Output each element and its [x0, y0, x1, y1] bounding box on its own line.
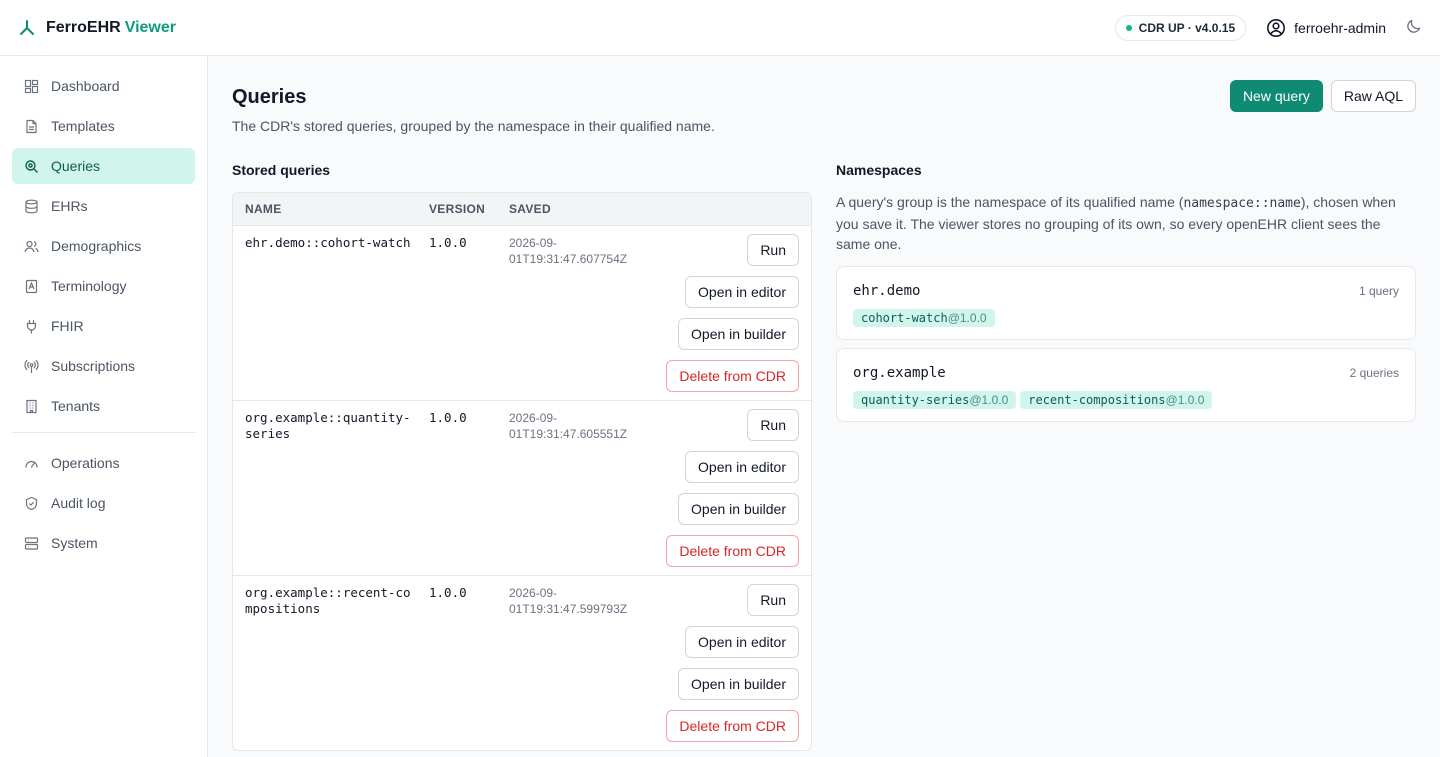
sidebar-item-label: Terminology	[51, 278, 127, 294]
query-saved: 2026-09-01T19:31:47.605551Z	[509, 411, 628, 441]
delete-from-cdr-button[interactable]: Delete from CDR	[666, 360, 799, 392]
section-title: Namespaces	[836, 162, 922, 178]
sidebar-item-demographics[interactable]: Demographics	[12, 228, 195, 264]
file-icon	[26, 119, 37, 133]
sidebar-divider	[12, 432, 195, 433]
open-in-builder-button[interactable]: Open in builder	[678, 493, 799, 525]
column-header-version: VERSION	[429, 202, 486, 216]
search-icon	[25, 159, 38, 173]
query-saved: 2026-09-01T19:31:47.599793Z	[509, 586, 628, 616]
sidebar-item-system[interactable]: System	[12, 525, 195, 561]
server-icon	[24, 536, 39, 550]
open-in-editor-button[interactable]: Open in editor	[685, 276, 799, 308]
sidebar-item-label: Tenants	[51, 398, 101, 414]
page-title: Queries	[232, 86, 307, 108]
query-saved: 2026-09-01T19:31:47.607754Z	[509, 236, 628, 266]
dashboard-icon	[24, 79, 39, 93]
namespace-count: 2 queries	[1349, 366, 1399, 380]
open-in-editor-button[interactable]: Open in editor	[685, 451, 799, 483]
plug-icon	[26, 319, 37, 334]
stored-queries-section: Stored queries NAME VERSION SAVED ehr.de…	[232, 162, 812, 751]
sidebar-item-tenants[interactable]: Tenants	[12, 388, 195, 424]
logo-icon	[20, 19, 34, 35]
new-query-button[interactable]: New query	[1229, 80, 1323, 112]
open-in-builder-button[interactable]: Open in builder	[678, 318, 799, 350]
sidebar-item-label: Templates	[51, 118, 115, 134]
table-row: ehr.demo::cohort-watch 1.0.0 2026-09-01T…	[233, 226, 811, 401]
query-name: ehr.demo::cohort-watch	[245, 235, 411, 250]
open-in-editor-button[interactable]: Open in editor	[685, 626, 799, 658]
sidebar-item-label: Operations	[51, 455, 120, 471]
table-row: org.example::recent-compositions 1.0.0 2…	[233, 576, 811, 750]
query-version: 1.0.0	[429, 585, 467, 600]
namespaces-intro: A query's group is the namespace of its …	[836, 194, 1396, 252]
user-name: ferroehr-admin	[1294, 19, 1386, 36]
table-header: NAME VERSION SAVED	[233, 193, 811, 226]
sidebar-item-templates[interactable]: Templates	[12, 108, 195, 144]
sidebar-item-ehrs[interactable]: EHRs	[12, 188, 195, 224]
moon-icon	[1407, 19, 1421, 33]
sidebar-item-audit-log[interactable]: Audit log	[12, 485, 195, 521]
sidebar-item-label: System	[51, 535, 98, 551]
section-title: Stored queries	[232, 162, 331, 178]
namespace-name: org.example	[853, 365, 946, 381]
query-tag[interactable]: cohort-watch@1.0.0	[853, 309, 995, 327]
status-dot-icon	[1125, 24, 1132, 31]
sidebar-item-dashboard[interactable]: Dashboard	[12, 68, 195, 104]
users-icon	[24, 240, 39, 252]
delete-from-cdr-button[interactable]: Delete from CDR	[666, 710, 799, 742]
run-button[interactable]: Run	[747, 234, 799, 266]
top-bar: FerroEHR Viewer CDR UP · v4.0.15 ferroeh…	[0, 0, 1440, 56]
sidebar-item-label: Queries	[51, 158, 101, 174]
book-icon	[25, 279, 38, 293]
column-header-name: NAME	[245, 202, 282, 216]
query-name: org.example::quantity-series	[245, 410, 411, 441]
gauge-icon	[25, 460, 38, 468]
user-circle-icon	[1267, 18, 1286, 37]
namespace-count: 1 query	[1358, 284, 1399, 298]
sidebar-item-terminology[interactable]: Terminology	[12, 268, 195, 304]
sidebar-item-label: Demographics	[51, 238, 142, 254]
status-badge: CDR UP · v4.0.15	[1114, 14, 1247, 41]
open-in-builder-button[interactable]: Open in builder	[678, 668, 799, 700]
user-menu[interactable]: ferroehr-admin	[1266, 18, 1386, 38]
sidebar-item-label: Subscriptions	[51, 358, 136, 374]
broadcast-icon	[24, 359, 39, 373]
table-row: org.example::quantity-series 1.0.0 2026-…	[233, 401, 811, 576]
query-tag[interactable]: quantity-series@1.0.0	[853, 391, 1017, 409]
sidebar-item-operations[interactable]: Operations	[12, 445, 195, 481]
sidebar-item-label: Audit log	[51, 495, 106, 511]
building-icon	[26, 399, 37, 413]
namespace-card: org.example 2 queries quantity-series@1.…	[836, 348, 1416, 422]
sidebar-item-label: Dashboard	[51, 78, 120, 94]
brand[interactable]: FerroEHR Viewer	[18, 19, 176, 37]
status-label: CDR UP · v4.0.15	[1138, 20, 1236, 35]
run-button[interactable]: Run	[747, 409, 799, 441]
shield-icon	[25, 496, 38, 510]
queries-table: NAME VERSION SAVED ehr.demo::cohort-watc…	[232, 192, 812, 751]
query-name: org.example::recent-compositions	[245, 585, 411, 616]
query-tag[interactable]: recent-compositions@1.0.0	[1020, 391, 1213, 409]
page-subtitle: The CDR's stored queries, grouped by the…	[232, 118, 715, 134]
sidebar-item-fhir[interactable]: FHIR	[12, 308, 195, 344]
sidebar-item-label: EHRs	[51, 198, 88, 214]
namespace-name: ehr.demo	[853, 283, 921, 299]
column-header-saved: SAVED	[509, 202, 551, 216]
theme-toggle[interactable]	[1406, 18, 1422, 37]
sidebar: Dashboard Templates Queries EHRs Demogra…	[0, 56, 208, 757]
delete-from-cdr-button[interactable]: Delete from CDR	[666, 535, 799, 567]
namespaces-section: Namespaces A query's group is the namesp…	[836, 162, 1416, 751]
raw-aql-button[interactable]: Raw AQL	[1330, 80, 1416, 112]
sidebar-item-subscriptions[interactable]: Subscriptions	[12, 348, 195, 384]
sidebar-item-label: FHIR	[51, 318, 84, 334]
database-icon	[25, 199, 38, 213]
namespace-card: ehr.demo 1 query cohort-watch@1.0.0	[836, 266, 1416, 340]
query-version: 1.0.0	[429, 235, 467, 250]
run-button[interactable]: Run	[747, 584, 799, 616]
brand-accent: Viewer	[124, 18, 176, 36]
sidebar-item-queries[interactable]: Queries	[12, 148, 195, 184]
brand-name: FerroEHR	[46, 18, 121, 36]
main-content: Queries The CDR's stored queries, groupe…	[208, 56, 1440, 757]
query-version: 1.0.0	[429, 410, 467, 425]
